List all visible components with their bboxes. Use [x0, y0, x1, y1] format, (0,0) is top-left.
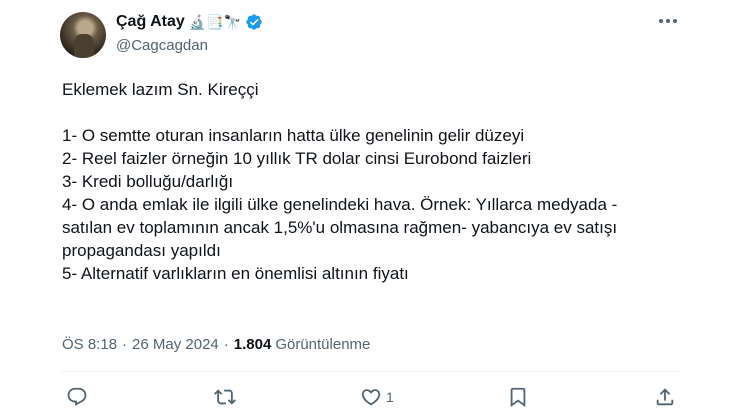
- retweet-icon: [214, 389, 236, 405]
- retweet-button[interactable]: [214, 386, 236, 408]
- tweet-line: 1- O semtte oturan insanların hatta ülke…: [62, 126, 525, 145]
- bookmark-button[interactable]: [507, 386, 529, 408]
- tweet-metadata: ÖS 8:18 · 26 May 2024 · 1.804 Görüntülen…: [62, 336, 370, 353]
- more-options-icon[interactable]: [657, 13, 679, 29]
- verified-badge-icon[interactable]: [245, 13, 263, 31]
- meta-separator: ·: [122, 336, 128, 353]
- tweet-date[interactable]: 26 May 2024: [132, 336, 219, 353]
- views-label: Görüntülenme: [275, 336, 371, 353]
- reply-button[interactable]: [66, 386, 88, 408]
- author-display-name[interactable]: Çağ Atay: [116, 13, 185, 31]
- avatar[interactable]: [60, 12, 106, 58]
- tweet-text: Eklemek lazım Sn. Kireççi 1- O semtte ot…: [62, 78, 672, 285]
- more-dot: [659, 19, 663, 23]
- tweet-card: Çağ Atay 🔬📑🔭 @Cagcagdan Eklemek lazım Sn…: [0, 0, 730, 420]
- share-icon: [656, 388, 674, 406]
- author-name-emojis: 🔬📑🔭: [188, 14, 242, 30]
- more-dot: [673, 19, 677, 23]
- heart-icon: [361, 389, 381, 406]
- tweet-line: 2- Reel faizler örneğin 10 yıllık TR dol…: [62, 149, 532, 168]
- like-count: 1: [386, 389, 394, 405]
- divider: [60, 371, 680, 372]
- tweet-line-break: [62, 101, 672, 124]
- tweet-line: propagandası yapıldı: [62, 241, 221, 260]
- more-dot: [666, 19, 670, 23]
- tweet-line: 5- Alternatif varlıkların en önemlisi al…: [62, 264, 409, 283]
- meta-separator: ·: [223, 336, 229, 353]
- author-name-row: Çağ Atay 🔬📑🔭: [116, 13, 263, 31]
- tweet-line: Eklemek lazım Sn. Kireççi: [62, 80, 259, 99]
- reply-icon: [67, 387, 87, 406]
- tweet-time[interactable]: ÖS 8:18: [62, 336, 117, 353]
- share-button[interactable]: [654, 386, 676, 408]
- action-bar: 1: [0, 386, 730, 416]
- bookmark-icon: [510, 387, 526, 408]
- views-count[interactable]: 1.804: [234, 336, 272, 353]
- like-button[interactable]: 1: [360, 386, 394, 408]
- tweet-line: 3- Kredi bolluğu/darlığı: [62, 172, 234, 191]
- tweet-line: 4- O anda emlak ile ilgili ülke genelind…: [62, 195, 618, 214]
- tweet-line: satılan ev toplamının ancak 1,5%'u olmas…: [62, 218, 618, 237]
- author-handle[interactable]: @Cagcagdan: [116, 37, 208, 54]
